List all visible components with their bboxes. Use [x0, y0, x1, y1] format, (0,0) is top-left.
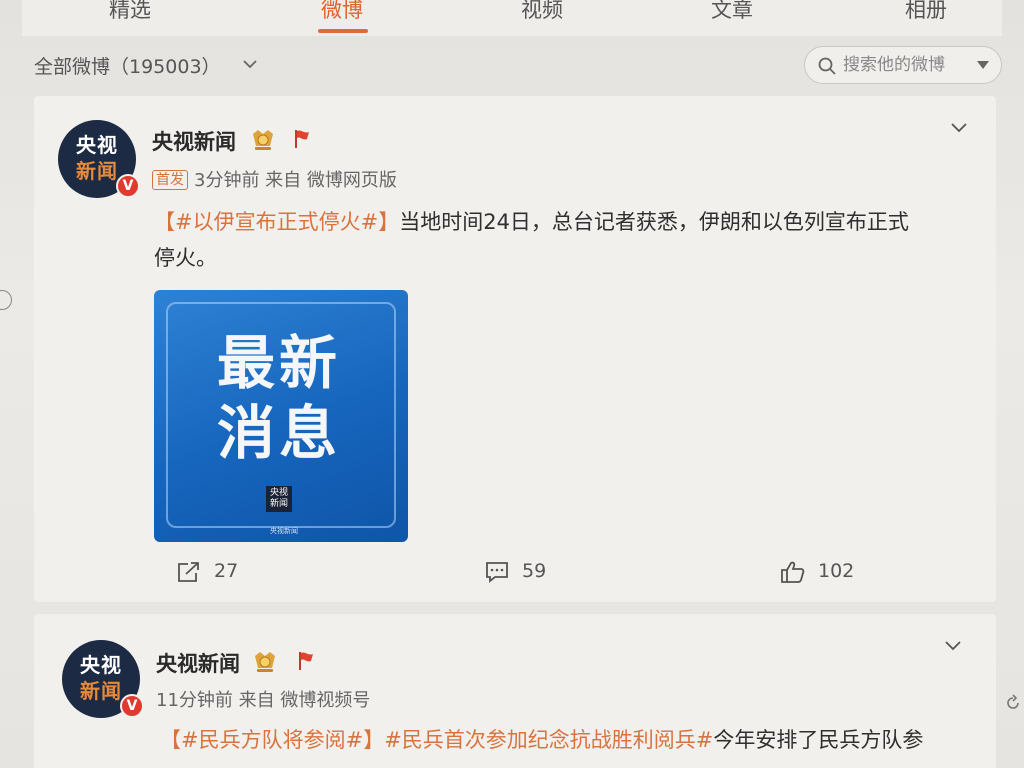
post-image[interactable]: 最新 消息 央视新闻 央视新闻	[154, 290, 408, 542]
share-count: 27	[214, 560, 239, 582]
post-text: 【#以伊宣布正式停火#】当地时间24日，总台记者获悉，伊朗和以色列宣布正式 停火…	[154, 204, 974, 276]
active-tab-indicator	[318, 29, 368, 33]
avatar-text-top: 央视	[80, 653, 122, 677]
search-input[interactable]	[843, 53, 963, 77]
share-icon	[178, 562, 199, 582]
avatar-text-top: 央视	[76, 133, 118, 157]
image-caption: 央视新闻	[270, 527, 298, 535]
avatar-text-bottom: 新闻	[80, 679, 122, 703]
comment-icon	[486, 562, 508, 583]
tab-weibo[interactable]: 微博	[282, 0, 402, 24]
author-name[interactable]: 央视新闻	[152, 126, 236, 156]
chevron-down-icon[interactable]	[240, 54, 260, 74]
tab-video[interactable]: 视频	[482, 0, 602, 24]
chevron-down-icon[interactable]	[942, 634, 964, 656]
weibo-profile-page: 精选 微博 视频 文章 相册 全部微博（195003） 央视 新闻 V	[0, 0, 1024, 768]
medal-icon[interactable]	[252, 650, 278, 674]
post-meta: 首发 3分钟前 来自 微博网页版	[152, 166, 397, 192]
flag-icon[interactable]	[292, 128, 312, 150]
all-posts-filter[interactable]: 全部微博（195003）	[34, 52, 221, 79]
hashtag-link[interactable]: 【#以伊宣布正式停火#】	[154, 210, 399, 234]
first-publish-tag: 首发	[152, 170, 188, 190]
image-headline: 最新 消息	[204, 328, 354, 468]
like-icon	[781, 561, 805, 583]
post-card: 央视 新闻 V 央视新闻 首发 3分钟前 来自 微博网页版 【#以伊宣布正式停火#…	[34, 96, 996, 602]
post-text: 【#民兵方队将参阅#】#民兵首次参加纪念抗战胜利阅兵#今年安排了民兵方队参	[160, 722, 980, 758]
post-body-line1: 当地时间24日，总台记者获悉，伊朗和以色列宣布正式	[399, 210, 909, 234]
profile-tabs: 精选 微博 视频 文章 相册	[22, 0, 1002, 36]
verified-badge: V	[116, 174, 140, 198]
avatar-text-bottom: 新闻	[76, 159, 118, 183]
filter-bar: 全部微博（195003）	[22, 42, 1002, 88]
hashtag-link[interactable]: #民兵首次参加纪念抗战胜利阅兵#	[384, 728, 713, 752]
post-time-source: 3分钟前 来自 微博网页版	[194, 170, 397, 191]
flag-icon[interactable]	[296, 650, 316, 672]
caret-down-icon[interactable]	[977, 61, 989, 69]
cctv-logo: 央视新闻	[266, 486, 292, 512]
author-name[interactable]: 央视新闻	[156, 648, 240, 678]
post-time-source: 11分钟前 来自 微博视频号	[156, 690, 371, 711]
comment-count: 59	[522, 560, 547, 582]
refresh-icon[interactable]	[1004, 694, 1022, 712]
search-icon	[818, 57, 836, 75]
side-indicator	[0, 290, 12, 310]
tab-albums[interactable]: 相册	[866, 0, 986, 24]
search-box[interactable]	[804, 46, 1002, 84]
image-headline-line2: 消息	[216, 399, 341, 467]
medal-icon[interactable]	[250, 128, 276, 152]
tab-articles[interactable]: 文章	[672, 0, 792, 24]
chevron-down-icon[interactable]	[948, 116, 970, 138]
verified-badge: V	[120, 694, 144, 718]
tab-featured[interactable]: 精选	[70, 0, 190, 24]
hashtag-link[interactable]: 【#民兵方队将参阅#】	[160, 728, 384, 752]
post-card: 央视 新闻 V 央视新闻 11分钟前 来自 微博视频号 【#民兵方队将参阅#】#…	[34, 614, 996, 768]
image-headline-line1: 最新	[216, 329, 341, 397]
post-body-line1: 今年安排了民兵方队参	[713, 728, 924, 752]
post-body-line2: 停火。	[154, 246, 217, 270]
like-count: 102	[818, 560, 855, 582]
